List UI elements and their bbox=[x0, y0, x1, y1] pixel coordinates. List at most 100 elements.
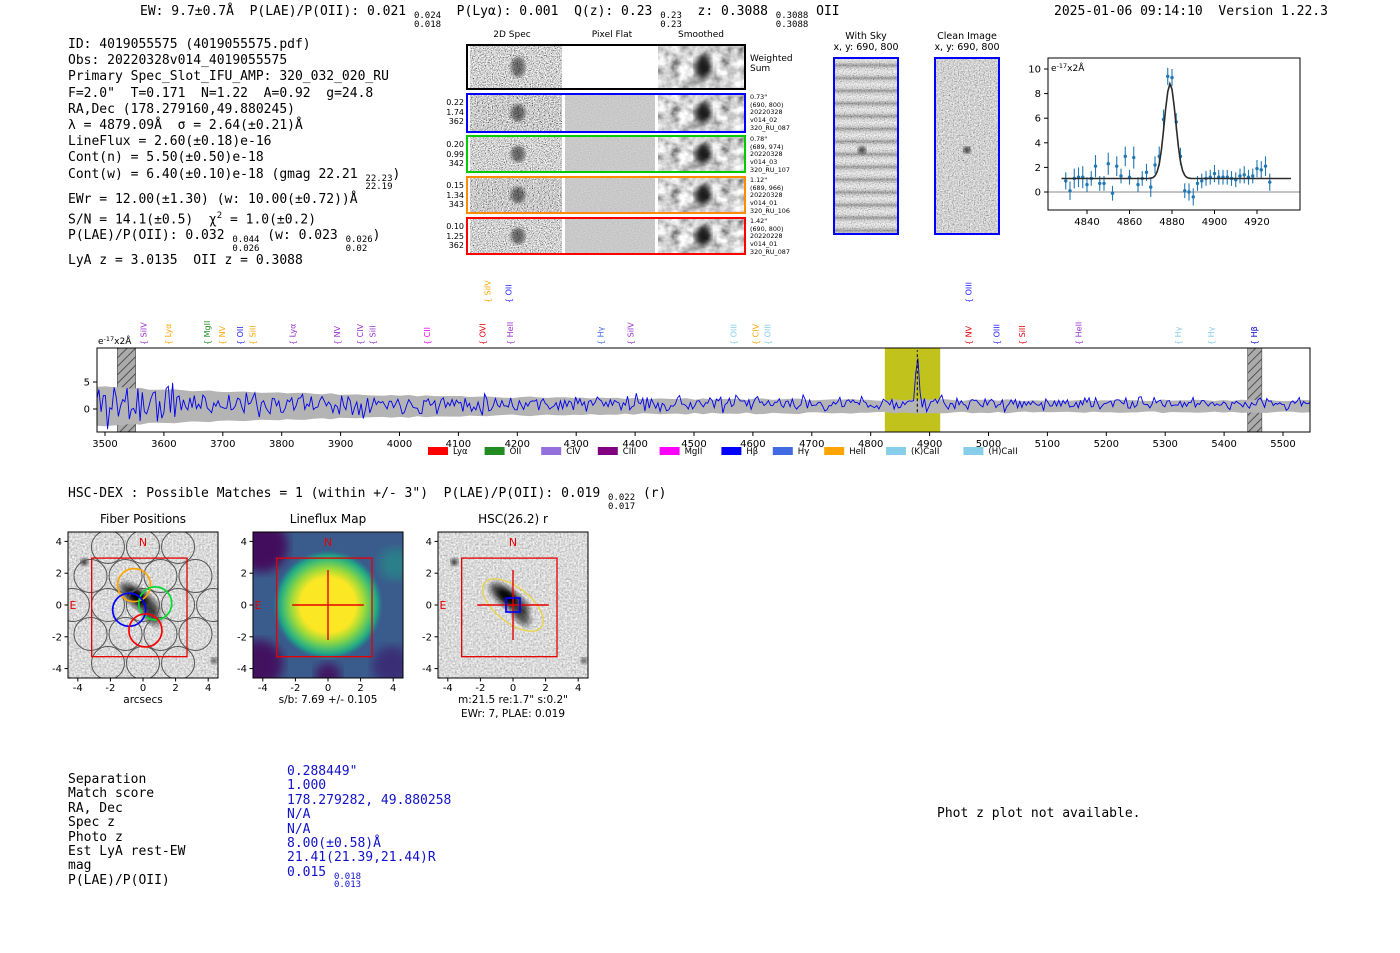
emission-line-label: { OII bbox=[504, 284, 513, 303]
spec2d-pixelflat-cell bbox=[565, 137, 655, 171]
emission-line-label: { NV bbox=[964, 325, 973, 345]
svg-text:2: 2 bbox=[172, 683, 178, 694]
spec2d-smoothed-cell bbox=[658, 219, 744, 253]
report-timestamp-version: 2025-01-06 09:14:10 Version 1.22.3 bbox=[1054, 4, 1328, 19]
zoom-axis-ticks: 4840 4860 4880 4900 4920 0 2 4 6 8 10 bbox=[1028, 65, 1269, 229]
match-table-label: RA, Dec bbox=[68, 800, 123, 816]
east-label: E bbox=[70, 599, 77, 612]
legend-label: HeII bbox=[849, 447, 866, 457]
spec2d-raw-cell bbox=[470, 178, 562, 212]
report-datetime: 2025-01-06 09:14:10 bbox=[1054, 4, 1203, 19]
emission-line-label: { OII bbox=[236, 326, 245, 345]
spec2d-row-weights: 0.10 1.25 362 bbox=[446, 222, 464, 250]
legend-swatch bbox=[597, 447, 618, 455]
legend-label: Hβ bbox=[746, 447, 758, 457]
svg-text:4: 4 bbox=[1035, 138, 1041, 149]
svg-text:-2: -2 bbox=[475, 683, 485, 694]
north-label: N bbox=[324, 536, 332, 549]
match-table-label: Est LyA rest-EW bbox=[68, 844, 186, 860]
elixer-report-page: EW: 9.7±0.7Å P(LAE)/P(OII): 0.021 0.024 0… bbox=[0, 0, 1400, 953]
spec2d-col-header-smoothed: Smoothed bbox=[678, 30, 724, 40]
info-line: Cont(n) = 5.50(±0.50)e-18 bbox=[68, 150, 264, 166]
svg-text:4000: 4000 bbox=[387, 439, 412, 450]
svg-text:5100: 5100 bbox=[1035, 439, 1060, 450]
legend-swatch bbox=[541, 447, 562, 455]
svg-text:0: 0 bbox=[241, 601, 247, 612]
svg-text:2: 2 bbox=[241, 569, 247, 580]
svg-text:4860: 4860 bbox=[1117, 217, 1142, 228]
with-sky-title: With Sky x, y: 690, 800 bbox=[816, 31, 916, 53]
spectrum-legend: Lyα OII CIV CIII MgII Hβ Hγ HeII (K)CaII (H)CaII bbox=[428, 447, 1018, 457]
legend-swatch bbox=[484, 447, 505, 455]
spec2d-row-meta: 0.78" (689, 974) 20220328 v014_03 320_RU_107 bbox=[750, 135, 790, 174]
svg-text:3600: 3600 bbox=[151, 439, 176, 450]
fiber-xlabel: arcsecs bbox=[123, 694, 163, 706]
svg-text:4: 4 bbox=[56, 537, 62, 548]
hsc-image-plot: N E -4 -2 0 2 4 4 2 0 -2 -4 bbox=[422, 531, 589, 694]
field-source bbox=[450, 558, 458, 566]
info-line: Obs: 20220328v014_4019055575 bbox=[68, 53, 288, 69]
svg-text:-2: -2 bbox=[237, 632, 247, 643]
legend-label: Hγ bbox=[798, 447, 809, 457]
spec2d-row-weights: 0.15 1.34 343 bbox=[446, 181, 464, 209]
emission-line-label: { OIII bbox=[993, 324, 1002, 345]
svg-text:e-17x2Å: e-17x2Å bbox=[98, 335, 132, 347]
svg-text:0: 0 bbox=[84, 405, 90, 416]
svg-text:5200: 5200 bbox=[1094, 439, 1119, 450]
svg-text:10: 10 bbox=[1028, 65, 1041, 76]
svg-text:-4: -4 bbox=[422, 664, 432, 675]
svg-text:-4: -4 bbox=[258, 683, 268, 694]
east-label: E bbox=[255, 599, 262, 612]
detection-info-block: ID: 4019055575 (4019055575.pdf) Obs: 2022… bbox=[68, 37, 400, 270]
info-line: RA,Dec (178.279160,49.880245) bbox=[68, 101, 295, 117]
match-table-label: mag bbox=[68, 858, 92, 874]
emission-line-label: { OIII bbox=[729, 324, 738, 345]
spec2d-row-weights: 0.20 0.99 342 bbox=[446, 140, 464, 168]
spec2d-raw-cell bbox=[470, 95, 562, 131]
svg-text:-2: -2 bbox=[105, 683, 115, 694]
spec2d-raw-cell bbox=[470, 137, 562, 171]
svg-text:0: 0 bbox=[426, 601, 432, 612]
emission-line-label: { OVI bbox=[479, 323, 488, 345]
svg-text:0: 0 bbox=[1035, 188, 1041, 199]
spec2d-row bbox=[466, 93, 746, 133]
field-source bbox=[580, 657, 587, 664]
spec2d-col-header-pixelflat: Pixel Flat bbox=[591, 30, 633, 40]
clean-image-svg bbox=[936, 59, 998, 233]
clean-image-coords: x, y: 690, 800 bbox=[934, 42, 1000, 53]
match-table-labels: Separation Match score RA, Dec Spec z Photo … bbox=[68, 772, 186, 888]
emission-line-label: { SiIV bbox=[483, 280, 492, 303]
hsc-caption-1: m:21.5 re:1.7" s:0.2" bbox=[458, 694, 568, 706]
stacked-uncertainty: 0.3088 0.3088 bbox=[775, 11, 809, 30]
emission-line-label: { NV bbox=[333, 325, 342, 345]
emission-line-label: { HeII bbox=[1075, 322, 1084, 345]
spec2d-row bbox=[466, 135, 746, 173]
spec2d-smoothed-cell bbox=[658, 178, 744, 212]
match-table-label: Match score bbox=[68, 786, 155, 802]
info-line: LineFlux = 2.60(±0.18)e-16 bbox=[68, 134, 272, 150]
svg-text:-4: -4 bbox=[237, 664, 247, 675]
lineflux-caption: s/b: 7.69 +/- 0.105 bbox=[278, 694, 378, 706]
stacked-uncertainty: 0.018 0.013 bbox=[333, 871, 362, 891]
svg-text:0: 0 bbox=[325, 683, 331, 694]
spec2d-smoothed-cell bbox=[658, 95, 744, 131]
north-label: N bbox=[139, 536, 147, 549]
emission-line-label: { HeII bbox=[506, 322, 515, 345]
north-label: N bbox=[509, 536, 517, 549]
match-table-label: Spec z bbox=[68, 815, 115, 831]
emission-line-label: { SiIV bbox=[626, 322, 635, 345]
emission-line-label: { Hγ bbox=[596, 326, 605, 345]
match-table-value: N/A bbox=[287, 807, 311, 823]
legend-swatch bbox=[886, 447, 906, 455]
svg-text:-4: -4 bbox=[443, 683, 453, 694]
emission-line-label: { OIII bbox=[964, 282, 973, 303]
emission-line-label: { NV bbox=[218, 325, 227, 345]
info-line: ID: 4019055575 (4019055575.pdf) bbox=[68, 37, 311, 52]
stacked-uncertainty: 0.024 0.018 bbox=[413, 11, 442, 30]
info-line: F=2.0" T=0.171 N=1.22 A=0.92 g=24.8 bbox=[68, 85, 374, 101]
svg-text:-2: -2 bbox=[290, 683, 300, 694]
legend-swatch bbox=[428, 447, 448, 455]
legend-label: Lyα bbox=[453, 447, 468, 457]
clean-image bbox=[934, 57, 1000, 235]
spec2d-row-weights: 0.22 1.74 362 bbox=[446, 98, 464, 126]
